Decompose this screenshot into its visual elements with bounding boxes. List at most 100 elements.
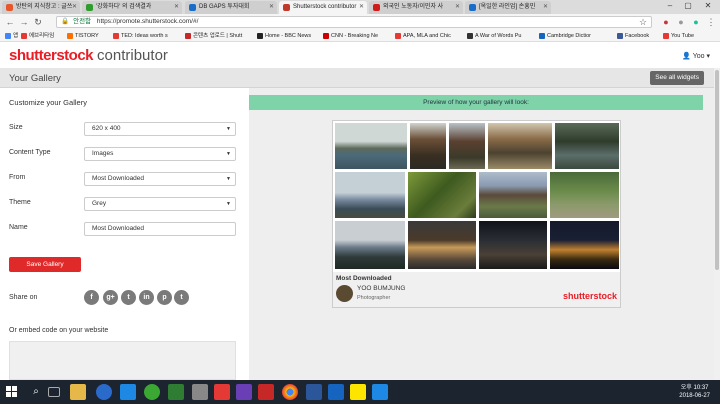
app-icon[interactable] [258, 384, 274, 400]
bookmark-item[interactable]: 앱 [4, 31, 18, 41]
ie-icon[interactable] [96, 384, 112, 400]
theme-select[interactable]: Grey ▼ [84, 197, 236, 211]
gallery-photo[interactable] [407, 171, 477, 219]
gallery-photo[interactable] [478, 171, 548, 219]
save-gallery-button[interactable]: Save Gallery [9, 257, 81, 272]
grammarly-icon[interactable]: ● [690, 16, 702, 28]
gallery-photo[interactable] [554, 122, 620, 170]
gallery-photo[interactable] [549, 220, 620, 270]
google-plus-icon[interactable]: g+ [103, 290, 118, 305]
word-icon[interactable] [306, 384, 322, 400]
twitter-icon[interactable]: t [121, 290, 136, 305]
tab-favicon-icon [86, 4, 93, 11]
size-select[interactable]: 620 x 400 ▼ [84, 122, 236, 136]
bookmarks-bar: 앱 에브리타임 TISTORY TED: Ideas worth s 콘텐츠 업… [0, 30, 720, 42]
gallery-photo[interactable] [409, 122, 447, 170]
bookmark-item[interactable]: TED: Ideas worth s [112, 31, 182, 41]
close-icon[interactable]: ✕ [455, 1, 460, 14]
windows-start-icon[interactable] [6, 386, 18, 398]
gallery-photo[interactable] [334, 220, 406, 270]
bookmark-item[interactable]: TISTORY [66, 31, 110, 41]
browser-tab[interactable]: [옥일한 라인업] 손흥민 ✕ [465, 1, 551, 14]
bookmark-item[interactable]: 콘텐츠 업로드 | Shutt [184, 31, 254, 41]
browser-tab[interactable]: '강화하다' 의 검색결과 ✕ [82, 1, 182, 14]
reload-icon[interactable]: ↻ [32, 16, 44, 28]
gallery-photo[interactable] [549, 171, 620, 219]
facebook-icon[interactable]: f [84, 290, 99, 305]
see-all-widgets-button[interactable]: See all widgets [650, 71, 704, 85]
bookmark-item[interactable]: Cambridge Dictior [538, 31, 614, 41]
bookmark-star-icon[interactable]: ☆ [637, 16, 649, 28]
forward-icon[interactable]: → [18, 16, 30, 28]
bookmark-favicon-icon [467, 33, 473, 39]
author-name[interactable]: YOO BUMJUNG [357, 285, 405, 292]
name-input[interactable]: Most Downloaded [84, 222, 236, 236]
close-icon[interactable]: ✕ [269, 1, 274, 14]
task-view-icon[interactable] [48, 387, 60, 397]
minimize-icon[interactable]: – [662, 0, 678, 12]
bookmark-item[interactable]: APA, MLA and Chic [394, 31, 464, 41]
tab-favicon-icon [283, 4, 290, 11]
app-icon[interactable] [328, 384, 344, 400]
shutterstock-mini-logo[interactable]: shutterstock [563, 291, 617, 301]
site-header: shutterstock contributor 👤 Yoo ▾ [0, 43, 720, 68]
bookmark-item[interactable]: Facebook [616, 31, 660, 41]
pinterest-icon[interactable]: p [157, 290, 172, 305]
caret-down-icon: ▼ [226, 126, 231, 132]
file-explorer-icon[interactable] [70, 384, 86, 400]
extension-icon[interactable]: ● [675, 16, 687, 28]
gallery-title: Most Downloaded [336, 275, 392, 282]
bookmark-favicon-icon [185, 33, 191, 39]
bookmark-item[interactable]: Home - BBC News [256, 31, 320, 41]
user-menu[interactable]: 👤 Yoo ▾ [682, 52, 710, 60]
linkedin-icon[interactable]: in [139, 290, 154, 305]
gallery-photo[interactable] [407, 220, 477, 270]
maximize-icon[interactable]: ▢ [680, 0, 696, 12]
close-icon[interactable]: ✕ [543, 1, 548, 14]
browser-tab[interactable]: DB GAPS 투자대회 ✕ [185, 1, 277, 14]
gallery-photo[interactable] [448, 122, 486, 170]
from-select[interactable]: Most Downloaded ▼ [84, 172, 236, 186]
kakaotalk-icon[interactable] [350, 384, 366, 400]
browser-tab[interactable]: 방탄의 지식창고 : 글쓰 ✕ [2, 1, 80, 14]
search-icon[interactable]: ⌕ [28, 384, 44, 400]
tumblr-icon[interactable]: t [174, 290, 189, 305]
chrome-icon[interactable] [282, 384, 298, 400]
gallery-photo[interactable] [334, 171, 406, 219]
author-role: Photographer [357, 295, 391, 301]
app-icon[interactable] [214, 384, 230, 400]
bookmark-item[interactable]: A War of Words Pu [466, 31, 536, 41]
close-window-icon[interactable]: ✕ [700, 0, 716, 12]
shutterstock-logo[interactable]: shutterstock contributor [9, 47, 168, 65]
close-icon[interactable]: ✕ [174, 1, 179, 14]
back-icon[interactable]: ← [4, 16, 16, 28]
tab-favicon-icon [6, 4, 13, 11]
bookmark-item[interactable]: CNN - Breaking Ne [322, 31, 392, 41]
menu-icon[interactable]: ⋮ [705, 16, 717, 28]
bookmark-favicon-icon [663, 33, 669, 39]
app-icon[interactable] [372, 384, 388, 400]
embed-code-box[interactable] [9, 341, 236, 380]
app-icon[interactable] [144, 384, 160, 400]
gallery-photo[interactable] [478, 220, 548, 270]
caret-down-icon: ▼ [226, 151, 231, 157]
url-input[interactable]: 🔒 안전함 https://promote.shutterstock.com/#/ [56, 16, 652, 28]
edge-icon[interactable] [120, 384, 136, 400]
browser-tab[interactable]: 외국인 노동자/이민자 사 ✕ [369, 1, 463, 14]
gallery-photo[interactable] [487, 122, 553, 170]
close-icon[interactable]: ✕ [72, 1, 77, 14]
customize-heading: Customize your Gallery [9, 98, 87, 107]
bookmark-item[interactable]: 에브리타임 [20, 31, 64, 41]
bookmark-favicon-icon [257, 33, 263, 39]
extension-icon[interactable]: ● [660, 16, 672, 28]
visual-studio-icon[interactable] [236, 384, 252, 400]
bookmark-item[interactable]: You Tube [662, 31, 712, 41]
app-icon[interactable] [192, 384, 208, 400]
app-icon[interactable] [168, 384, 184, 400]
scrollbar-thumb[interactable] [715, 70, 719, 270]
clock[interactable]: 오후 10:37 2018-06-27 [679, 384, 710, 400]
gallery-photo[interactable] [334, 122, 408, 170]
browser-tab-active[interactable]: Shutterstock contributor ✕ [279, 1, 367, 14]
content-type-select[interactable]: Images ▼ [84, 147, 236, 161]
close-icon[interactable]: ✕ [359, 1, 364, 14]
